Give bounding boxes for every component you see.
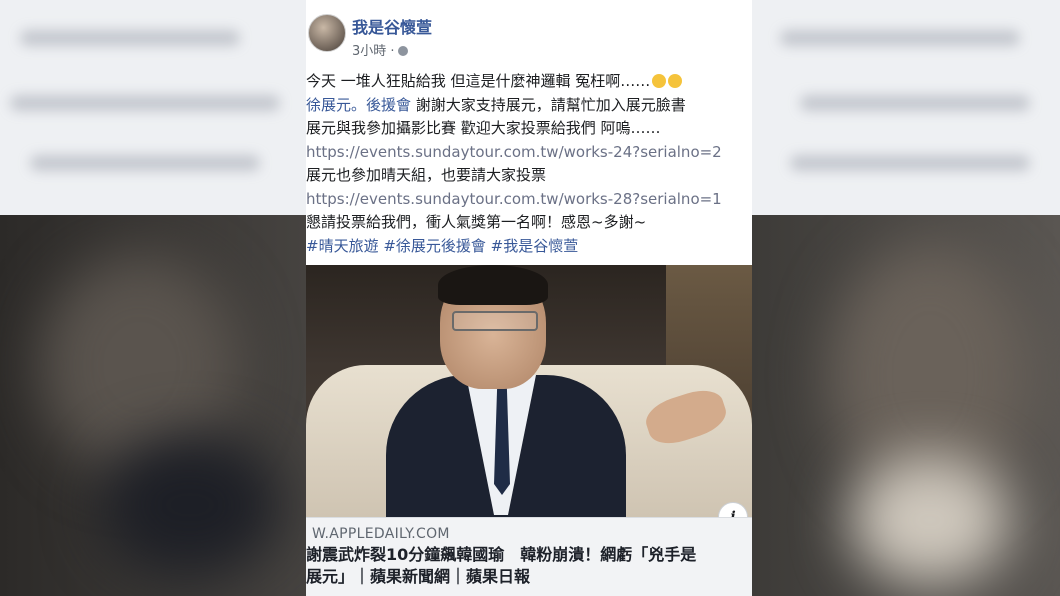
avatar[interactable] <box>308 14 346 52</box>
vote-link-2[interactable]: https://events.sundaytour.com.tw/works-2… <box>306 188 752 212</box>
post-body: 今天 一堆人狂貼給我 但這是什麼神邏輯 冤枉啊…… 徐展元。後援會 謝謝大家支持… <box>306 70 752 258</box>
photo-glasses <box>452 311 538 331</box>
post-line: 懇請投票給我們，衝人氣獎第一名啊！感恩~多謝~ <box>306 213 647 231</box>
fan-club-link[interactable]: 徐展元。後援會 <box>306 96 411 114</box>
post-photo[interactable] <box>306 265 752 517</box>
link-preview[interactable]: W.APPLEDAILY.COM 謝震武炸裂10分鐘飆韓國瑜 韓粉崩潰！網虧「兇… <box>306 517 752 596</box>
post-line: 今天 一堆人狂貼給我 但這是什麼神邏輯 冤枉啊…… <box>306 70 752 94</box>
post-line: 展元與我參加攝影比賽 歡迎大家投票給我們 阿嗚…… <box>306 119 661 137</box>
post-time[interactable]: 3小時 · <box>352 44 395 59</box>
photo-hair <box>438 265 548 305</box>
preview-domain: W.APPLEDAILY.COM <box>312 526 450 542</box>
smile-emoji-icon <box>668 74 683 88</box>
facebook-post-card: 我是谷懷萱 3小時 · 今天 一堆人狂貼給我 但這是什麼神邏輯 冤枉啊…… 徐展… <box>306 0 752 596</box>
post-header: 我是谷懷萱 3小時 · <box>306 10 752 59</box>
preview-headline[interactable]: 謝震武炸裂10分鐘飆韓國瑜 韓粉崩潰！網虧「兇手是 展元」｜蘋果新聞網｜蘋果日報 <box>306 544 752 588</box>
smile-emoji-icon <box>652 74 667 88</box>
post-meta: 3小時 · <box>352 40 408 59</box>
post-line: 徐展元。後援會 謝謝大家支持展元，請幫忙加入展元臉書 <box>306 95 686 114</box>
globe-icon <box>397 46 408 56</box>
post-line: 展元也參加晴天組，也要請大家投票 <box>306 166 547 184</box>
vote-link-1[interactable]: https://events.sundaytour.com.tw/works-2… <box>306 141 752 165</box>
author-name[interactable]: 我是谷懷萱 <box>352 14 432 38</box>
hashtags[interactable]: #晴天旅遊 #徐展元後援會 #我是谷懷萱 <box>306 235 752 259</box>
